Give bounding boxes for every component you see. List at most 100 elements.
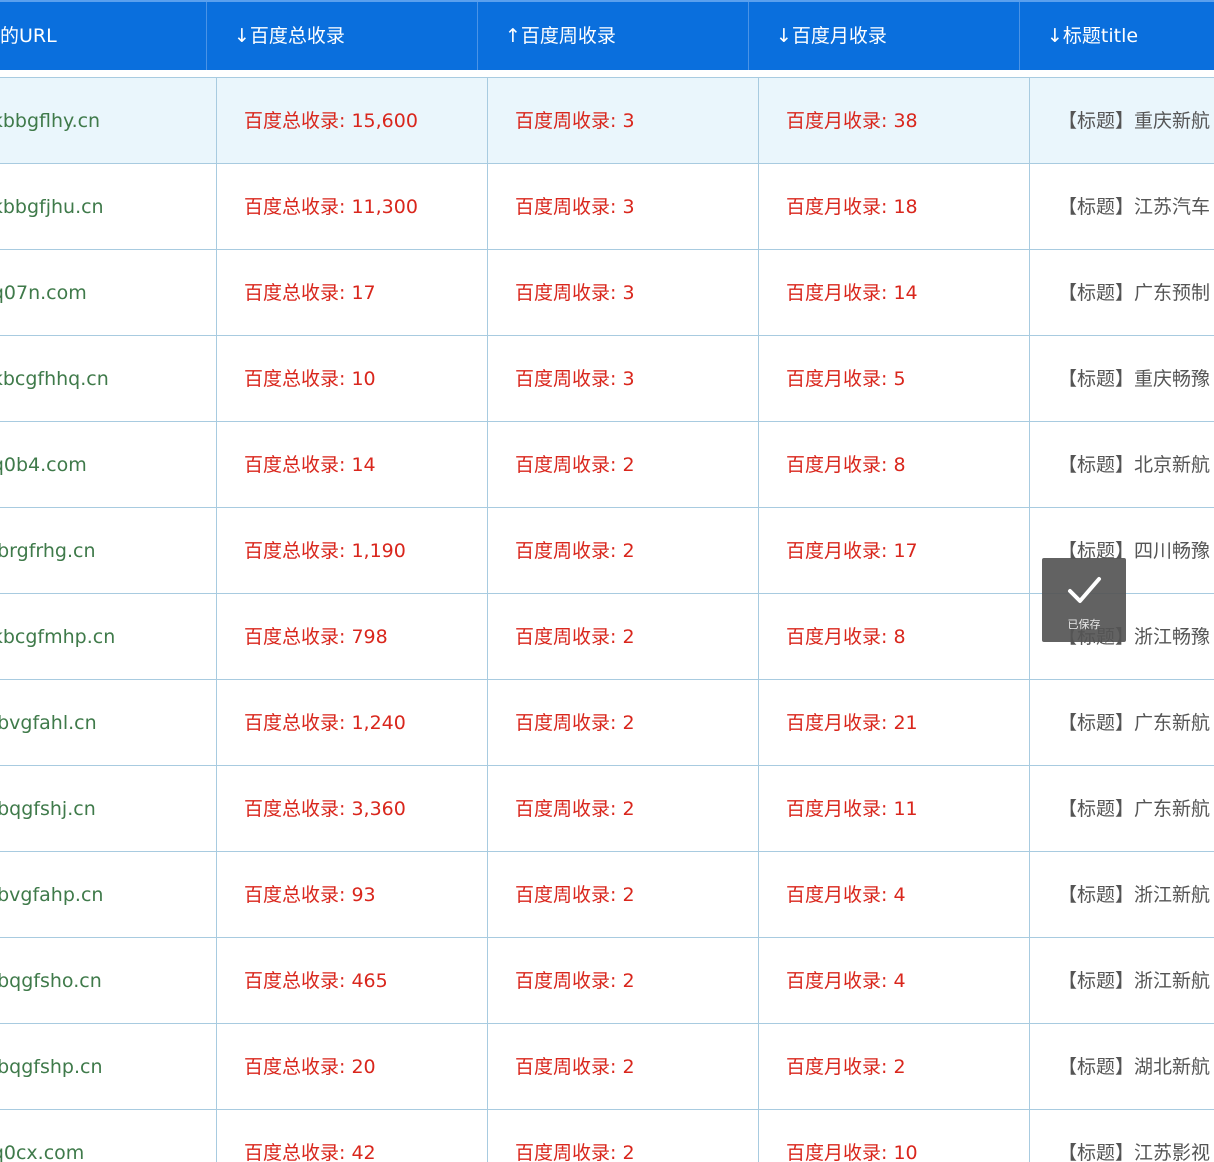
table-row: w.jbvgfahl.cn 百度总收录: 1,240 百度周收录: 2 百度月收录: … xyxy=(0,680,1214,766)
table-row: w.kbcgfhhq.cn 百度总收录: 10 百度周收录: 3 百度月收录: 5 【标… xyxy=(0,336,1214,422)
header-divider xyxy=(1019,2,1020,70)
column-divider xyxy=(487,422,488,508)
cell-month-index: 百度月收录: 38 xyxy=(786,110,918,132)
cell-title: 【标题】北京新航 xyxy=(1058,454,1211,476)
cell-total-index: 百度总收录: 3,360 xyxy=(244,798,406,820)
cell-url[interactable]: w.q0b4.com xyxy=(0,422,216,507)
column-divider xyxy=(487,164,488,250)
cell-url[interactable]: w.kbcgfhhq.cn xyxy=(0,336,216,421)
cell-title: 【标题】浙江新航 xyxy=(1058,884,1211,906)
cell-total-index: 百度总收录: 465 xyxy=(244,970,388,992)
cell-total-index: 百度总收录: 15,600 xyxy=(244,110,418,132)
cell-week-index: 百度周收录: 2 xyxy=(515,454,635,476)
header-divider xyxy=(748,2,749,70)
cell-url[interactable]: w.q07n.com xyxy=(0,250,216,335)
column-divider xyxy=(758,938,759,1024)
column-divider xyxy=(758,422,759,508)
cell-month-index: 百度月收录: 5 xyxy=(786,368,906,390)
column-divider xyxy=(216,766,217,852)
column-divider xyxy=(1029,336,1030,422)
column-divider xyxy=(487,508,488,594)
column-divider xyxy=(487,1024,488,1110)
table-row: w.kbbgfjhu.cn 百度总收录: 11,300 百度周收录: 3 百度月收录:… xyxy=(0,164,1214,250)
column-divider xyxy=(758,250,759,336)
column-divider xyxy=(1029,680,1030,766)
cell-week-index: 百度周收录: 3 xyxy=(515,368,635,390)
table-row: w.q0cx.com 百度总收录: 42 百度周收录: 2 百度月收录: 10 【标题】… xyxy=(0,1110,1214,1162)
cell-month-index: 百度月收录: 2 xyxy=(786,1056,906,1078)
column-divider xyxy=(487,1110,488,1162)
saved-toast: 已保存 xyxy=(1042,558,1126,642)
table-body: w.kbbgflhy.cn 百度总收录: 15,600 百度周收录: 3 百度月收录:… xyxy=(0,78,1214,1162)
table-row: w.jbqgfsho.cn 百度总收录: 465 百度周收录: 2 百度月收录: 4 【… xyxy=(0,938,1214,1024)
cell-title: 【标题】广东新航 xyxy=(1058,712,1211,734)
cell-url[interactable]: w.kbbgflhy.cn xyxy=(0,78,216,163)
column-divider xyxy=(487,766,488,852)
cell-week-index: 百度周收录: 2 xyxy=(515,1142,635,1162)
cell-week-index: 百度周收录: 2 xyxy=(515,798,635,820)
column-divider xyxy=(216,1024,217,1110)
header-sort-total[interactable]: ↓百度总收录 xyxy=(234,2,474,70)
cell-week-index: 百度周收录: 3 xyxy=(515,282,635,304)
column-divider xyxy=(1029,164,1030,250)
cell-url[interactable]: w.jbvgfahl.cn xyxy=(0,680,216,765)
cell-title: 【标题】江苏汽车 xyxy=(1058,196,1211,218)
cell-total-index: 百度总收录: 42 xyxy=(244,1142,376,1162)
column-divider xyxy=(758,680,759,766)
cell-month-index: 百度月收录: 18 xyxy=(786,196,918,218)
column-divider xyxy=(216,336,217,422)
column-divider xyxy=(1029,422,1030,508)
cell-month-index: 百度月收录: 17 xyxy=(786,540,918,562)
header-sort-week[interactable]: ↑百度周收录 xyxy=(505,2,745,70)
cell-url[interactable]: w.jbqgfshj.cn xyxy=(0,766,216,851)
cell-url[interactable]: w.kbbgfjhu.cn xyxy=(0,164,216,249)
header-sort-month[interactable]: ↓百度月收录 xyxy=(776,2,1016,70)
cell-title: 【标题】江苏影视 xyxy=(1058,1142,1211,1162)
toast-label: 已保存 xyxy=(1067,618,1101,631)
table-row: w.jbqgfshj.cn 百度总收录: 3,360 百度周收录: 2 百度月收录: … xyxy=(0,766,1214,852)
header-sort-title[interactable]: ↓标题title xyxy=(1047,2,1214,70)
table-row: w.jbqgfshp.cn 百度总收录: 20 百度周收录: 2 百度月收录: 2 【标… xyxy=(0,1024,1214,1110)
cell-url[interactable]: w.jbqgfsho.cn xyxy=(0,938,216,1023)
header-url[interactable]: 的URL xyxy=(0,2,206,70)
column-divider xyxy=(758,766,759,852)
column-divider xyxy=(216,508,217,594)
column-divider xyxy=(758,852,759,938)
cell-week-index: 百度周收录: 2 xyxy=(515,1056,635,1078)
cell-month-index: 百度月收录: 4 xyxy=(786,970,906,992)
cell-total-index: 百度总收录: 14 xyxy=(244,454,376,476)
cell-month-index: 百度月收录: 8 xyxy=(786,626,906,648)
cell-url[interactable]: w.jbvgfahp.cn xyxy=(0,852,216,937)
cell-url[interactable]: w.jbrgfrhg.cn xyxy=(0,508,216,593)
column-divider xyxy=(216,78,217,164)
cell-month-index: 百度月收录: 8 xyxy=(786,454,906,476)
cell-url[interactable]: w.kbcgfmhp.cn xyxy=(0,594,216,679)
column-divider xyxy=(758,594,759,680)
column-divider xyxy=(216,164,217,250)
cell-url[interactable]: w.q0cx.com xyxy=(0,1110,216,1162)
column-divider xyxy=(216,938,217,1024)
column-divider xyxy=(487,852,488,938)
header-divider xyxy=(477,2,478,70)
column-divider xyxy=(216,1110,217,1162)
column-divider xyxy=(216,250,217,336)
column-divider xyxy=(758,508,759,594)
cell-url[interactable]: w.jbqgfshp.cn xyxy=(0,1024,216,1109)
column-divider xyxy=(1029,1024,1030,1110)
column-divider xyxy=(1029,1110,1030,1162)
column-divider xyxy=(216,594,217,680)
column-divider xyxy=(487,336,488,422)
table-row: w.kbbgflhy.cn 百度总收录: 15,600 百度周收录: 3 百度月收录:… xyxy=(0,78,1214,164)
column-divider xyxy=(1029,508,1030,594)
cell-total-index: 百度总收录: 93 xyxy=(244,884,376,906)
table-row: w.kbcgfmhp.cn百度总收录: 798百度周收录: 2百度月收录: 8【… xyxy=(0,594,1214,680)
column-divider xyxy=(216,852,217,938)
cell-month-index: 百度月收录: 11 xyxy=(786,798,918,820)
cell-total-index: 百度总收录: 798 xyxy=(244,626,388,648)
cell-title: 【标题】广东预制 xyxy=(1058,282,1211,304)
column-divider xyxy=(758,78,759,164)
column-divider xyxy=(1029,250,1030,336)
cell-week-index: 百度周收录: 2 xyxy=(515,712,635,734)
cell-week-index: 百度周收录: 2 xyxy=(515,540,635,562)
cell-total-index: 百度总收录: 1,240 xyxy=(244,712,406,734)
